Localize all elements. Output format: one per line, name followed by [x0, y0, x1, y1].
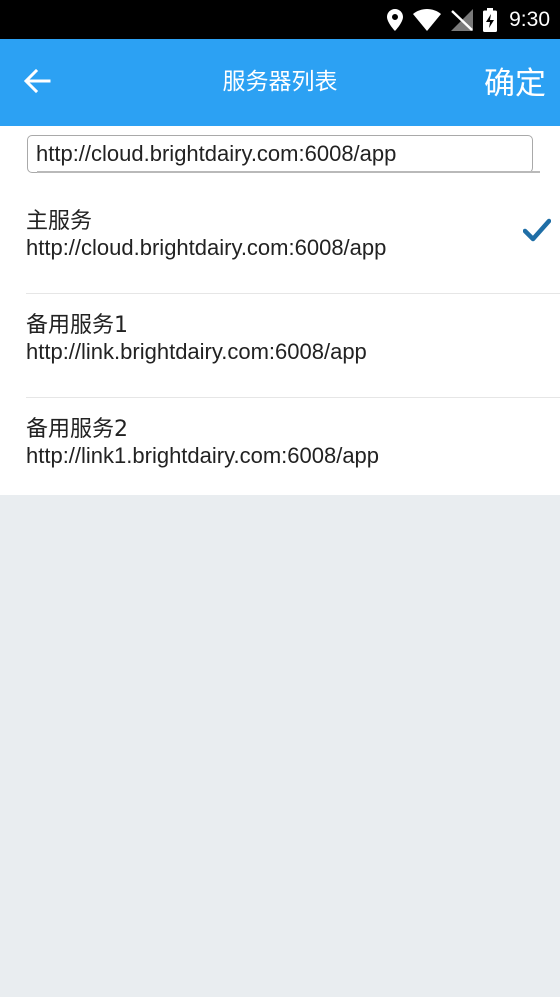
server-name: 主服务	[26, 209, 93, 234]
app-bar: 服务器列表 确定	[0, 39, 560, 126]
input-underline	[37, 171, 540, 173]
status-time: 9:30	[509, 7, 550, 31]
server-name: 备用服务2	[26, 417, 128, 442]
page-title: 服务器列表	[222, 69, 338, 95]
server-list: 主服务 http://cloud.brightdairy.com:6008/ap…	[0, 190, 560, 502]
server-panel: 主服务 http://cloud.brightdairy.com:6008/ap…	[0, 126, 560, 495]
confirm-button[interactable]: 确定	[484, 39, 546, 126]
no-signal-icon	[451, 8, 474, 31]
back-button[interactable]	[14, 61, 60, 105]
checkmark-icon	[522, 218, 552, 246]
wifi-icon	[413, 8, 442, 31]
status-icons: 9:30	[387, 0, 550, 39]
location-icon	[387, 8, 404, 31]
status-bar: 9:30	[0, 0, 560, 39]
server-item-backup-1[interactable]: 备用服务1 http://link.brightdairy.com:6008/a…	[0, 294, 560, 398]
server-name: 备用服务1	[26, 313, 128, 338]
server-url-input[interactable]	[27, 135, 533, 173]
server-item-primary[interactable]: 主服务 http://cloud.brightdairy.com:6008/ap…	[0, 190, 560, 294]
battery-charging-icon	[483, 7, 498, 32]
server-url: http://link1.brightdairy.com:6008/app	[26, 443, 380, 468]
server-url: http://cloud.brightdairy.com:6008/app	[26, 235, 387, 260]
arrow-left-icon	[23, 68, 51, 97]
server-item-backup-2[interactable]: 备用服务2 http://link1.brightdairy.com:6008/…	[0, 398, 560, 502]
server-url: http://link.brightdairy.com:6008/app	[26, 339, 367, 364]
